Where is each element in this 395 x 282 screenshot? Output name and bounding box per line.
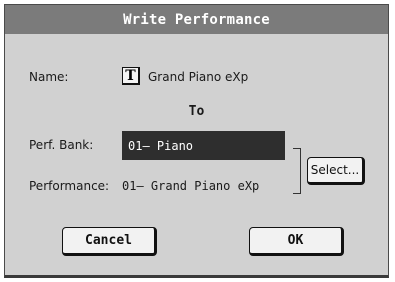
name-value[interactable]: Grand Piano eXp bbox=[148, 70, 248, 84]
name-label: Name: bbox=[29, 70, 69, 84]
select-bracket bbox=[293, 148, 301, 194]
performance-label: Performance: bbox=[29, 179, 110, 193]
perf-bank-label: Perf. Bank: bbox=[29, 138, 94, 152]
performance-value: 01– Grand Piano eXp bbox=[122, 179, 260, 193]
select-button[interactable]: Select... bbox=[307, 157, 365, 185]
text-edit-icon[interactable]: T bbox=[122, 67, 140, 85]
perf-bank-field[interactable]: 01– Piano bbox=[122, 131, 285, 160]
ok-button[interactable]: OK bbox=[249, 227, 344, 256]
dialog-title: Write Performance bbox=[5, 5, 388, 34]
to-label: To bbox=[188, 104, 205, 119]
cancel-button[interactable]: Cancel bbox=[62, 227, 157, 256]
perf-bank-value: 01– Piano bbox=[128, 138, 194, 153]
write-performance-dialog: Write Performance Name: T Grand Piano eX… bbox=[4, 4, 389, 278]
